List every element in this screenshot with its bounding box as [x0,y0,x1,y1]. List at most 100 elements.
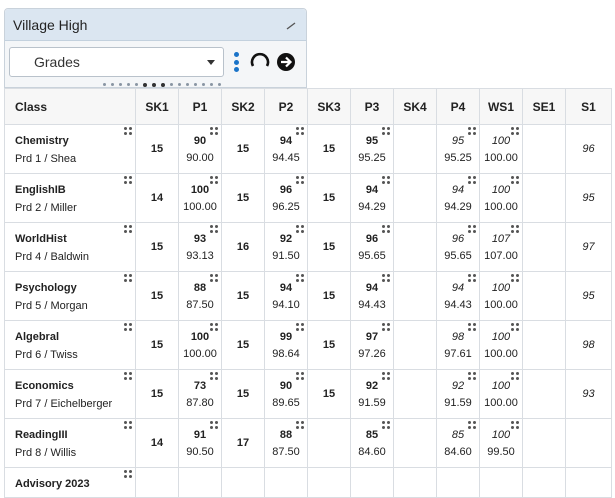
cell-menu-icon[interactable] [124,372,132,380]
cell-menu-icon[interactable] [124,127,132,135]
grade-cell-sk4[interactable] [393,320,437,370]
grade-cell-sk3[interactable]: 15 [307,369,351,419]
grade-cell-sk1[interactable]: 14 [135,418,179,468]
cell-menu-icon[interactable] [511,372,519,380]
cell-menu-icon[interactable] [382,372,390,380]
grade-cell-p1[interactable]: 73 87.80 [178,369,222,419]
grade-cell-sk3[interactable]: 15 [307,271,351,321]
grade-cell-p3[interactable]: 94 94.43 [350,271,394,321]
grade-cell-p2[interactable]: 99 98.64 [264,320,308,370]
cell-menu-icon[interactable] [210,225,218,233]
grade-cell-se1[interactable] [522,369,566,419]
grade-cell-sk3[interactable]: 15 [307,124,351,174]
grade-cell-sk1[interactable]: 15 [135,124,179,174]
course-cell[interactable]: Advisory 2023 [4,467,136,498]
col-header[interactable]: SK3 [307,88,351,125]
grade-cell-ws1[interactable]: 107 107.00 [479,222,523,272]
grade-cell-p4[interactable]: 92 91.59 [436,369,480,419]
cell-menu-icon[interactable] [210,176,218,184]
grade-cell-p3[interactable]: 85 84.60 [350,418,394,468]
grade-cell-s1[interactable]: 95 [565,173,612,223]
grade-cell-p2[interactable]: 92 91.50 [264,222,308,272]
grade-cell-p3[interactable]: 95 95.25 [350,124,394,174]
grade-cell-p1[interactable]: 93 93.13 [178,222,222,272]
col-header[interactable]: SE1 [522,88,566,125]
cell-menu-icon[interactable] [511,421,519,429]
grade-cell-s1[interactable]: 97 [565,222,612,272]
cell-menu-icon[interactable] [468,421,476,429]
course-cell[interactable]: WorldHist Prd 4 / Baldwin [4,222,136,272]
col-header[interactable]: P2 [264,88,308,125]
grade-cell-p3[interactable]: 96 95.65 [350,222,394,272]
grade-cell-se1[interactable] [522,271,566,321]
cell-menu-icon[interactable] [511,127,519,135]
grade-cell-sk2[interactable]: 15 [221,124,265,174]
grade-cell-se1[interactable] [522,124,566,174]
grade-cell-s1[interactable]: 93 [565,369,612,419]
grade-cell-s1[interactable]: 96 [565,124,612,174]
col-header[interactable]: S1 [565,88,612,125]
cell-menu-icon[interactable] [468,176,476,184]
grade-cell-sk1[interactable]: 14 [135,173,179,223]
grade-cell-p4[interactable]: 94 94.43 [436,271,480,321]
grade-cell-p2[interactable]: 88 87.50 [264,418,308,468]
grade-cell-p1[interactable]: 100 100.00 [178,173,222,223]
grade-cell-se1[interactable] [522,320,566,370]
grade-cell-sk2[interactable]: 15 [221,369,265,419]
course-cell[interactable]: Algebral Prd 6 / Twiss [4,320,136,370]
cell-menu-icon[interactable] [124,323,132,331]
grade-cell-p3[interactable]: 97 97.26 [350,320,394,370]
course-cell[interactable]: EnglishIB Prd 2 / Miller [4,173,136,223]
grade-cell-sk2[interactable]: 15 [221,173,265,223]
grade-cell-se1[interactable] [522,418,566,468]
cell-menu-icon[interactable] [511,274,519,282]
cell-menu-icon[interactable] [210,372,218,380]
grade-cell-sk3[interactable] [307,418,351,468]
grade-cell-p2[interactable]: 94 94.10 [264,271,308,321]
col-header[interactable]: WS1 [479,88,523,125]
grade-cell-p1[interactable]: 100 100.00 [178,320,222,370]
refresh-icon[interactable] [250,52,270,72]
cell-menu-icon[interactable] [296,127,304,135]
course-cell[interactable]: Economics Prd 7 / Eichelberger [4,369,136,419]
col-header[interactable]: P1 [178,88,222,125]
col-header[interactable]: P3 [350,88,394,125]
col-header[interactable]: Class [4,88,136,125]
cell-menu-icon[interactable] [511,176,519,184]
grade-cell-sk4[interactable] [393,271,437,321]
cell-menu-icon[interactable] [511,225,519,233]
grade-cell-p4[interactable]: 85 84.60 [436,418,480,468]
grade-cell-p4[interactable]: 98 97.61 [436,320,480,370]
course-cell[interactable]: Chemistry Prd 1 / Shea [4,124,136,174]
grade-cell-sk1[interactable]: 15 [135,271,179,321]
cell-menu-icon[interactable] [382,323,390,331]
grade-cell-sk2[interactable]: 15 [221,271,265,321]
cell-menu-icon[interactable] [382,225,390,233]
grade-cell-sk4[interactable] [393,369,437,419]
col-header[interactable]: SK4 [393,88,437,125]
grade-cell-p3[interactable]: 94 94.29 [350,173,394,223]
grade-cell-sk4[interactable] [393,222,437,272]
grade-cell-p1[interactable]: 90 90.00 [178,124,222,174]
cell-menu-icon[interactable] [382,421,390,429]
course-cell[interactable]: ReadingIII Prd 8 / Willis [4,418,136,468]
cell-menu-icon[interactable] [210,421,218,429]
grade-cell-ws1[interactable]: 100 99.50 [479,418,523,468]
cell-menu-icon[interactable] [468,323,476,331]
cell-menu-icon[interactable] [382,274,390,282]
grade-cell-se1[interactable] [522,173,566,223]
cell-menu-icon[interactable] [210,274,218,282]
grade-cell-s1[interactable]: 98 [565,320,612,370]
grade-cell-sk2[interactable]: 16 [221,222,265,272]
grade-cell-p1[interactable]: 91 90.50 [178,418,222,468]
cell-menu-icon[interactable] [296,372,304,380]
cell-menu-icon[interactable] [296,274,304,282]
cell-menu-icon[interactable] [124,225,132,233]
grade-cell-ws1[interactable]: 100 100.00 [479,124,523,174]
grade-cell-p2[interactable]: 94 94.45 [264,124,308,174]
grade-cell-sk1[interactable]: 15 [135,369,179,419]
cell-menu-icon[interactable] [296,421,304,429]
course-cell[interactable]: Psychology Prd 5 / Morgan [4,271,136,321]
col-header[interactable]: SK1 [135,88,179,125]
grade-cell-sk2[interactable]: 15 [221,320,265,370]
